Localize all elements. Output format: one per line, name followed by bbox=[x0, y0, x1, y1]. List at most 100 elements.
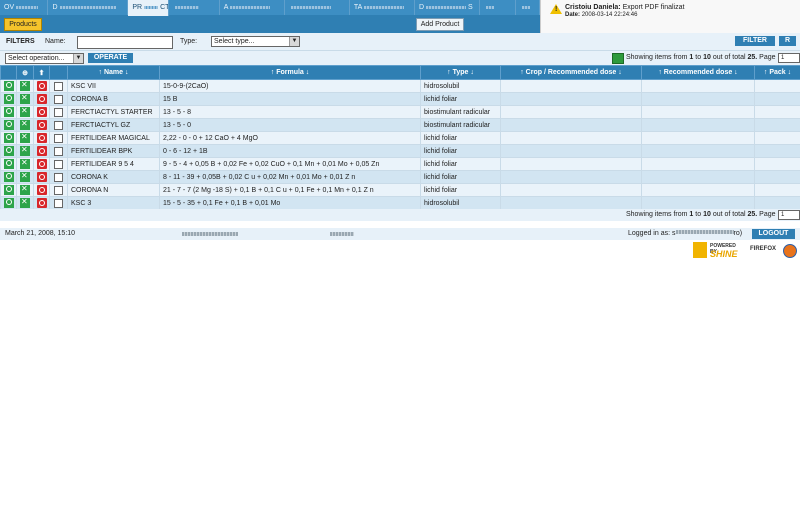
row-checkbox[interactable] bbox=[54, 120, 63, 130]
page-select-top[interactable]: 1 bbox=[778, 53, 800, 63]
edit-icon[interactable] bbox=[20, 81, 30, 91]
cell-type: biostimulant radicular bbox=[420, 105, 501, 119]
name-input[interactable] bbox=[77, 36, 173, 49]
arrow-up-icon[interactable]: ⬆ bbox=[39, 70, 45, 77]
edit-icon[interactable] bbox=[20, 146, 30, 156]
cell-recommended bbox=[641, 131, 755, 145]
export-excel-icon[interactable] bbox=[612, 53, 624, 64]
header-add[interactable]: ⊕ bbox=[16, 65, 34, 80]
view-icon[interactable] bbox=[4, 94, 14, 104]
edit-icon[interactable] bbox=[20, 94, 30, 104]
view-icon[interactable] bbox=[4, 146, 14, 156]
edit-icon[interactable] bbox=[20, 133, 30, 143]
edit-icon[interactable] bbox=[20, 159, 30, 169]
notice-date: Date: 2008-03-14 22:24:46 bbox=[565, 12, 638, 18]
view-icon[interactable] bbox=[4, 81, 14, 91]
footer-date: March 21, 2008, 15:10 bbox=[5, 230, 76, 237]
add-circle-icon[interactable]: ⊕ bbox=[22, 70, 28, 77]
page-select-bottom[interactable]: 1 bbox=[778, 210, 800, 220]
edit-icon[interactable] bbox=[20, 185, 30, 195]
operation-select[interactable]: Select operation... ▼ bbox=[5, 53, 84, 64]
filter-button[interactable]: FILTER bbox=[735, 36, 775, 46]
tab-5[interactable] bbox=[284, 0, 350, 15]
header-recommended[interactable]: ↑ Recommended dose ↓ bbox=[641, 65, 755, 80]
view-icon[interactable] bbox=[4, 172, 14, 182]
tab-9[interactable] bbox=[515, 0, 541, 15]
delete-icon[interactable] bbox=[37, 133, 47, 143]
tab-8[interactable] bbox=[480, 0, 516, 15]
chevron-down-icon[interactable]: ▼ bbox=[289, 37, 299, 46]
header-name[interactable]: ↑ Name ↓ bbox=[67, 65, 160, 80]
edit-icon[interactable] bbox=[20, 198, 30, 208]
table-row: FERCTIACTYL GZ13 - 5 - 0biostimulant rad… bbox=[0, 118, 800, 132]
row-checkbox[interactable] bbox=[54, 159, 63, 169]
view-icon[interactable] bbox=[4, 120, 14, 130]
chevron-down-icon[interactable]: ▼ bbox=[73, 54, 83, 63]
delete-icon[interactable] bbox=[37, 159, 47, 169]
cell-pack bbox=[754, 196, 800, 210]
firefox-icon bbox=[783, 244, 797, 258]
operate-button[interactable]: OPERATE bbox=[88, 53, 133, 63]
cell-type: hidrosolubil bbox=[420, 79, 501, 93]
view-icon[interactable] bbox=[4, 133, 14, 143]
view-icon[interactable] bbox=[4, 159, 14, 169]
view-icon[interactable] bbox=[4, 107, 14, 117]
cell-crop bbox=[500, 92, 642, 106]
delete-icon[interactable] bbox=[37, 172, 47, 182]
delete-icon[interactable] bbox=[37, 94, 47, 104]
header-pack[interactable]: ↑ Pack ↓ bbox=[754, 65, 800, 80]
table-header: ⊕ ⬆ ↑ Name ↓ ↑ Formula ↓ ↑ Type ↓ ↑ Crop… bbox=[0, 65, 800, 80]
header-checkbox bbox=[49, 65, 68, 80]
header-type[interactable]: ↑ Type ↓ bbox=[420, 65, 501, 80]
cell-name: CORONA K bbox=[67, 170, 160, 184]
header-formula[interactable]: ↑ Formula ↓ bbox=[159, 65, 421, 80]
row-checkbox[interactable] bbox=[54, 185, 63, 195]
row-checkbox[interactable] bbox=[54, 133, 63, 143]
table-row: CORONA B15 Blichid foliar bbox=[0, 92, 800, 106]
tab-7[interactable]: DS bbox=[414, 0, 481, 15]
view-icon[interactable] bbox=[4, 185, 14, 195]
row-checkbox[interactable] bbox=[54, 107, 63, 117]
delete-icon[interactable] bbox=[37, 81, 47, 91]
edit-icon[interactable] bbox=[20, 120, 30, 130]
tab-1[interactable]: D bbox=[48, 0, 129, 15]
cell-crop bbox=[500, 118, 642, 132]
row-checkbox[interactable] bbox=[54, 81, 63, 91]
cell-formula: 2,22 - 0 - 0 + 12 CaO + 4 MgO bbox=[159, 131, 421, 145]
cell-pack bbox=[754, 118, 800, 132]
tab-6[interactable]: TA bbox=[349, 0, 415, 15]
reset-button[interactable]: R bbox=[779, 36, 796, 46]
edit-icon[interactable] bbox=[20, 107, 30, 117]
cell-name: CORONA N bbox=[67, 183, 160, 197]
header-up[interactable]: ⬆ bbox=[33, 65, 50, 80]
cell-type: biostimulant radicular bbox=[420, 118, 501, 132]
view-icon[interactable] bbox=[4, 198, 14, 208]
products-button[interactable]: Products bbox=[4, 18, 42, 31]
cell-recommended bbox=[641, 105, 755, 119]
row-checkbox[interactable] bbox=[54, 94, 63, 104]
delete-icon[interactable] bbox=[37, 107, 47, 117]
tab-4[interactable]: A bbox=[219, 0, 285, 15]
tab-3[interactable] bbox=[169, 0, 220, 15]
table-row: FERTILIDEAR BPK0 - 6 - 12 + 1Blichid fol… bbox=[0, 144, 800, 158]
table-row: KSC 315 - 5 - 35 + 0,1 Fe + 0,1 B + 0,01… bbox=[0, 196, 800, 210]
edit-icon[interactable] bbox=[20, 172, 30, 182]
add-product-button[interactable]: Add Product bbox=[416, 18, 464, 31]
row-checkbox[interactable] bbox=[54, 198, 63, 208]
delete-icon[interactable] bbox=[37, 185, 47, 195]
cell-type: lichid foliar bbox=[420, 170, 501, 184]
cell-crop bbox=[500, 183, 642, 197]
delete-icon[interactable] bbox=[37, 198, 47, 208]
tab-0[interactable]: OV bbox=[0, 0, 49, 15]
tab-2[interactable]: PRCTS bbox=[128, 0, 170, 16]
logout-button[interactable]: LOGOUT bbox=[752, 229, 795, 239]
delete-icon[interactable] bbox=[37, 146, 47, 156]
row-checkbox[interactable] bbox=[54, 146, 63, 156]
delete-icon[interactable] bbox=[37, 120, 47, 130]
table-row: FERTILIDEAR 9 5 49 - 5 - 4 + 0,05 B + 0,… bbox=[0, 157, 800, 171]
row-checkbox[interactable] bbox=[54, 172, 63, 182]
header-crop[interactable]: ↑ Crop / Recommended dose ↓ bbox=[500, 65, 642, 80]
type-select[interactable]: Select type... ▼ bbox=[211, 36, 300, 47]
cell-crop bbox=[500, 105, 642, 119]
footer: March 21, 2008, 15:10 Logged in as: s ro)… bbox=[0, 228, 800, 240]
